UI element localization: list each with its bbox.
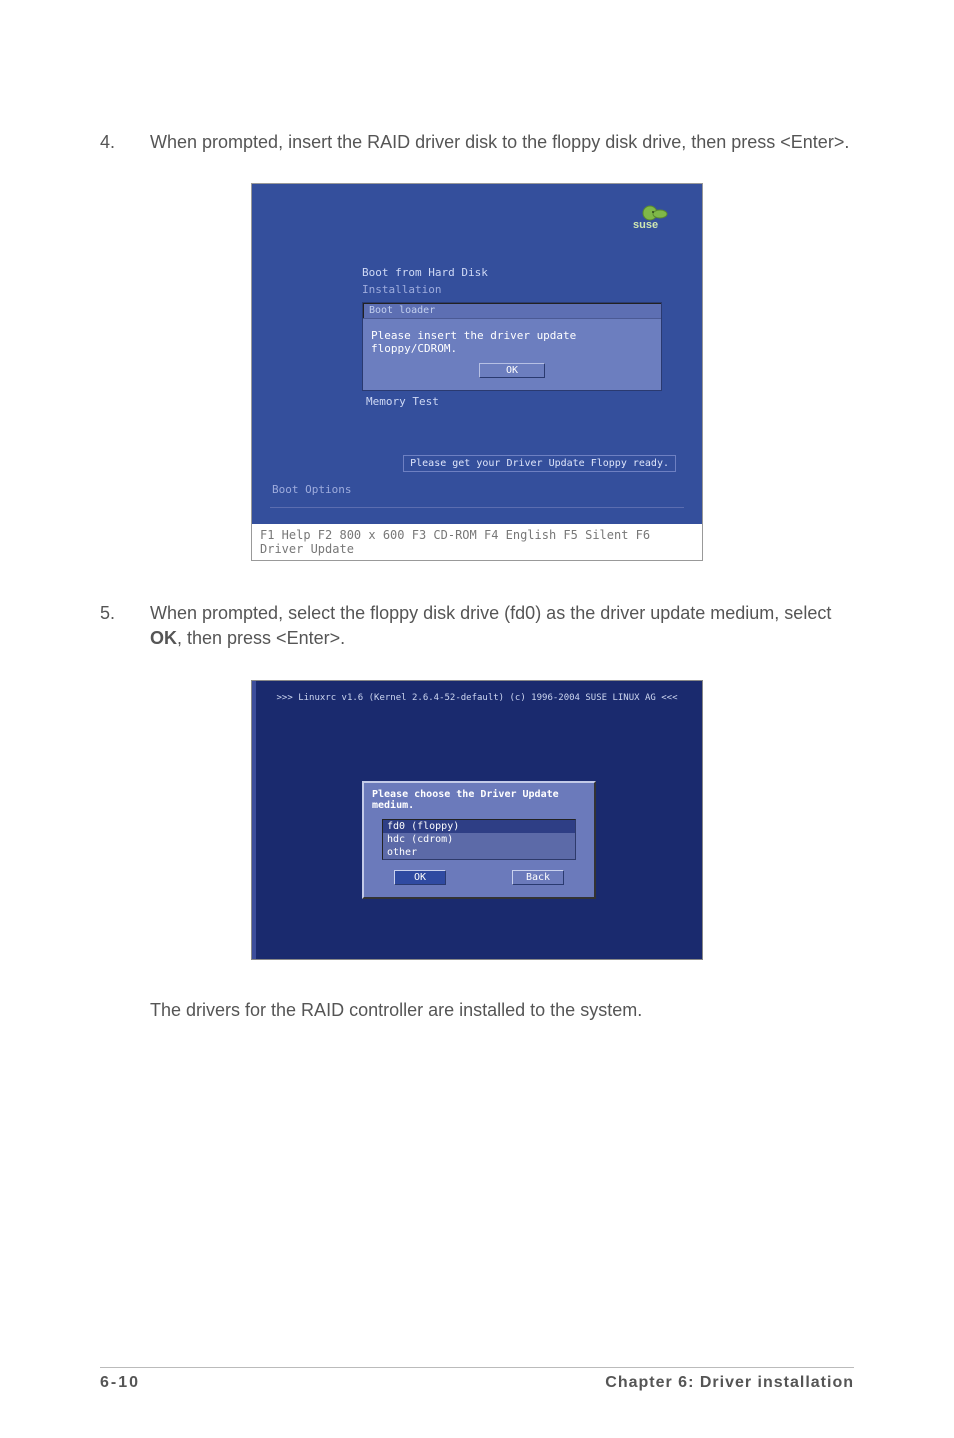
dialog-title: Boot loader [363,303,661,319]
chapter-label: Chapter 6: Driver installation [605,1374,854,1392]
closing-text: The drivers for the RAID controller are … [150,1000,854,1021]
screenshot-linuxrc: >>> Linuxrc v1.6 (Kernel 2.6.4-52-defaul… [251,680,703,960]
installation-item[interactable]: Installation [362,281,662,298]
dialog-message: Please insert the driver update floppy/C… [371,329,576,355]
suse-logo: suse [630,202,676,230]
step-5: 5. When prompted, select the floppy disk… [100,601,854,651]
function-keys-bar: F1 Help F2 800 x 600 F3 CD-ROM F4 Englis… [252,524,702,560]
dialog-prompt: Please choose the Driver Update medium. [364,783,594,817]
step-4-text: When prompted, insert the RAID driver di… [150,130,854,155]
left-border [252,681,256,959]
memory-test-item[interactable]: Memory Test [362,391,662,424]
svg-text:suse: suse [633,219,658,230]
linuxrc-header: >>> Linuxrc v1.6 (Kernel 2.6.4-52-defaul… [252,693,702,703]
page-footer: 6-10 Chapter 6: Driver installation [100,1367,854,1392]
boot-options-label: Boot Options [272,483,351,496]
step-4-number: 4. [100,130,150,155]
ok-button[interactable]: OK [479,363,545,378]
driver-update-dialog: Boot loader Please insert the driver upd… [362,302,662,391]
medium-list[interactable]: fd0 (floppy) hdc (cdrom) other [382,819,576,860]
option-other[interactable]: other [383,846,575,859]
option-fd0[interactable]: fd0 (floppy) [383,820,575,833]
step-5-text: When prompted, select the floppy disk dr… [150,601,854,651]
driver-ready-hint: Please get your Driver Update Floppy rea… [403,455,676,472]
page-number: 6-10 [100,1374,140,1392]
option-hdc[interactable]: hdc (cdrom) [383,833,575,846]
boot-options-line [270,507,684,508]
boot-hard-disk-item[interactable]: Boot from Hard Disk [362,264,662,281]
step-5-number: 5. [100,601,150,651]
screenshot-boot-loader: suse Boot from Hard Disk Installation Bo… [251,183,703,561]
back-button[interactable]: Back [512,870,564,885]
ok-button[interactable]: OK [394,870,446,885]
driver-medium-dialog: Please choose the Driver Update medium. … [362,781,596,899]
step-4: 4. When prompted, insert the RAID driver… [100,130,854,155]
